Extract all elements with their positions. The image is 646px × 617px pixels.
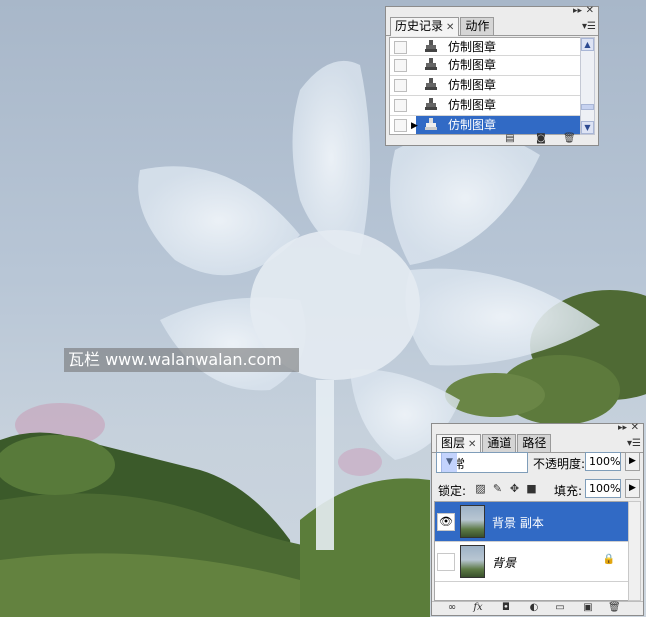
snapshot-camera-icon[interactable]: ◙ — [535, 133, 547, 144]
history-footer: ▤ ◙ 🗑 — [386, 133, 598, 145]
panel-menu-icon[interactable]: ▾☰ — [627, 438, 641, 449]
layer-row-selected[interactable]: 👁 背景 副本 — [435, 502, 629, 542]
scroll-thumb[interactable] — [581, 104, 594, 110]
fx-icon[interactable]: fx — [472, 602, 484, 613]
tab-close-icon[interactable]: ✕ — [468, 439, 476, 450]
layers-panel[interactable]: ▸▸ ✕ 图层✕通道路径 ▾☰ 正常 ▼ 不透明度: 100% ▶ 锁定: ▨ … — [431, 423, 644, 616]
history-state-slider-icon[interactable]: ▶ — [411, 121, 418, 131]
collapse-icon[interactable]: ▸▸ — [573, 7, 582, 16]
history-item[interactable]: 仿制图章 — [390, 96, 581, 116]
collapse-icon[interactable]: ▸▸ — [618, 424, 627, 433]
trash-icon[interactable]: 🗑 — [608, 602, 621, 613]
tab-actions[interactable]: 动作 — [460, 17, 495, 35]
fill-input[interactable]: 100% — [585, 479, 621, 498]
history-scrollbar[interactable]: ▲ ▼ — [580, 37, 595, 135]
tab-history[interactable]: 历史记录 ✕ — [390, 17, 460, 36]
tab-channels[interactable]: 通道 — [482, 434, 517, 452]
close-icon[interactable]: ✕ — [586, 6, 594, 16]
scroll-up-icon[interactable]: ▲ — [581, 38, 594, 51]
snapshot-source-checkbox[interactable] — [394, 79, 407, 92]
snapshot-source-checkbox[interactable] — [394, 41, 407, 54]
fill-slider-arrow-icon[interactable]: ▶ — [625, 479, 640, 498]
history-item[interactable]: 仿制图章 — [390, 38, 581, 56]
tab-layers[interactable]: 图层 ✕ — [436, 434, 482, 453]
trash-icon[interactable]: 🗑 — [563, 133, 576, 144]
history-item-label: 仿制图章 — [448, 58, 497, 72]
layer-thumbnail — [460, 505, 485, 538]
history-panel[interactable]: ▸▸ ✕ 历史记录 ✕ 动作 ▾☰ 仿制图章 仿制图章 仿制图章 仿制图章 ▶ … — [385, 6, 599, 146]
folder-icon[interactable]: ▭ — [554, 602, 566, 613]
layer-name[interactable]: 背景 副本 — [492, 514, 544, 531]
history-item-label: 仿制图章 — [448, 78, 497, 92]
adjustment-icon[interactable]: ◐ — [528, 602, 540, 613]
lock-transparency-icon[interactable]: ▨ — [474, 482, 487, 495]
eye-icon[interactable]: 👁 — [437, 513, 455, 531]
panel-menu-icon[interactable]: ▾☰ — [582, 21, 596, 32]
lock-icon: 🔒 — [602, 554, 615, 565]
opacity-slider-arrow-icon[interactable]: ▶ — [625, 452, 640, 471]
link-icon[interactable]: ∞ — [446, 602, 458, 613]
clone-stamp-icon — [425, 118, 437, 130]
lock-brush-icon[interactable]: ✎ — [491, 482, 504, 495]
lock-fill-row: 锁定: ▨ ✎ ✥ ■ 填充: 100% ▶ — [436, 479, 641, 501]
history-item-label: 仿制图章 — [448, 118, 497, 132]
history-item[interactable]: 仿制图章 — [390, 76, 581, 96]
tab-label: 路径 — [522, 436, 547, 450]
clone-stamp-icon — [425, 78, 437, 90]
panel-titlebar[interactable]: ▸▸ ✕ — [432, 423, 643, 434]
layer-row[interactable]: 背景 🔒 — [435, 542, 629, 582]
watermark-text: 瓦栏 www.walanwalan.com — [64, 348, 299, 372]
opacity-input[interactable]: 100% — [585, 452, 621, 471]
clone-stamp-icon — [425, 98, 437, 110]
opacity-label: 不透明度: — [533, 457, 586, 471]
new-document-icon[interactable]: ▤ — [504, 133, 516, 144]
history-item[interactable]: 仿制图章 — [390, 56, 581, 76]
snapshot-source-checkbox[interactable] — [394, 119, 407, 132]
tab-label: 图层 — [441, 436, 466, 450]
history-list[interactable]: 仿制图章 仿制图章 仿制图章 仿制图章 ▶ 仿制图章 — [389, 37, 582, 135]
layers-footer: ∞ fx ◘ ◐ ▭ ▣ 🗑 — [432, 601, 643, 615]
lock-position-icon[interactable]: ✥ — [508, 482, 521, 495]
blend-opacity-row: 正常 ▼ 不透明度: 100% ▶ — [436, 452, 641, 474]
mask-icon[interactable]: ◘ — [500, 602, 512, 613]
layers-list[interactable]: 👁 背景 副本 背景 🔒 — [434, 501, 630, 601]
fill-label: 填充: — [554, 484, 583, 498]
snapshot-source-checkbox[interactable] — [394, 59, 407, 72]
layers-tab-bar: 图层 ✕ 通道 路径 ▾☰ — [432, 434, 643, 453]
layer-thumbnail — [460, 545, 485, 578]
clone-stamp-icon — [425, 58, 437, 70]
new-layer-icon[interactable]: ▣ — [582, 602, 594, 613]
tab-label: 通道 — [487, 436, 512, 450]
eye-toggle-empty[interactable] — [437, 553, 455, 571]
layers-scrollbar[interactable] — [628, 501, 641, 601]
lock-label: 锁定: — [438, 484, 467, 498]
tab-label: 历史记录 — [395, 19, 444, 33]
lock-all-icon[interactable]: ■ — [525, 482, 538, 495]
blend-mode-select[interactable]: 正常 ▼ — [436, 452, 528, 473]
history-item-label: 仿制图章 — [448, 40, 497, 54]
chevron-down-icon[interactable]: ▼ — [441, 453, 457, 472]
tab-close-icon[interactable]: ✕ — [446, 22, 454, 33]
tab-paths[interactable]: 路径 — [517, 434, 552, 452]
history-item-label: 仿制图章 — [448, 98, 497, 112]
snapshot-source-checkbox[interactable] — [394, 99, 407, 112]
panel-titlebar[interactable]: ▸▸ ✕ — [386, 6, 598, 17]
clone-stamp-icon — [425, 40, 437, 52]
close-icon[interactable]: ✕ — [631, 423, 639, 433]
tab-label: 动作 — [465, 19, 490, 33]
history-tab-bar: 历史记录 ✕ 动作 ▾☰ — [386, 17, 598, 36]
layer-name[interactable]: 背景 — [492, 554, 516, 571]
